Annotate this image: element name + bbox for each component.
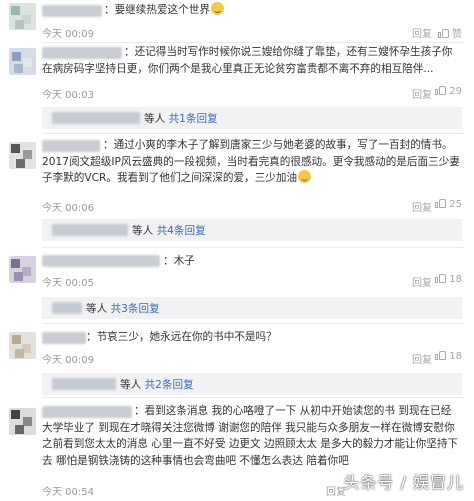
sub-replies-bar[interactable]: 等人 共1条回复 [42,107,462,129]
comment-text: ：通过小爽的李木子了解到唐家三少与她老婆的故事，写了一百封的情书。2017阅文超… [42,139,460,185]
comment-time: 今天 00:03 [42,90,94,101]
sub-replies-bar[interactable]: 等人 共3条回复 [42,297,462,319]
smile-emoji-icon [210,2,224,15]
smile-emoji-icon [298,170,312,184]
reply-button[interactable]: 回复 [412,199,432,214]
avatar[interactable] [9,332,36,359]
comment-text: ：木子 [163,255,195,267]
like-button[interactable]: 25 [435,199,462,210]
divider [42,397,464,398]
thumbs-up-icon [435,351,447,360]
sub-replies-summary: 等人 共2条回复 [120,379,194,391]
comment-time: 今天 00:09 [42,29,94,40]
sub-reply-users-blurred [52,302,82,314]
sub-replies-summary: 等人 共1条回复 [144,113,218,125]
reply-button[interactable]: 回复 [412,274,432,289]
divider [42,247,464,248]
like-button[interactable]: 29 [435,86,462,97]
view-replies-link[interactable]: 共4条回复 [157,225,206,237]
thumbs-up-icon [435,199,447,208]
divider [42,323,464,324]
sub-replies-summary: 等人 共3条回复 [86,303,160,315]
thumbs-up-icon [435,274,447,283]
comment-time: 今天 00:05 [42,278,94,289]
comment-time: 今天 00:09 [42,355,94,366]
comment-text: ：还记得当时写作时候你说三嫂给你缝了靠垫，还有三嫂怀孕生孩子你在病房码字坚持日更… [42,46,453,75]
username-blurred[interactable] [42,255,160,267]
comment-text: ：要继续热爱这个世界 [104,2,460,19]
username-blurred[interactable] [42,332,86,344]
comment-item: ：木子 今天 00:05 回复 18 等人 共3条回复 [0,250,474,320]
sub-reply-users-blurred [52,378,116,390]
divider [42,42,464,43]
username-blurred[interactable] [42,5,102,17]
reply-button[interactable]: 回复 [412,351,432,366]
comment-time: 今天 00:06 [42,203,94,214]
comment-item: ：通过小爽的李木子了解到唐家三少与她老婆的故事，写了一百封的情书。2017阅文超… [0,134,474,242]
like-button[interactable]: 18 [435,274,462,285]
avatar[interactable] [9,142,36,169]
comment-text: ：节哀三少，她永远在你的书中不是吗？ [86,331,277,343]
view-replies-link[interactable]: 共2条回复 [145,379,194,391]
sub-reply-users-blurred [52,224,128,236]
comment-item: ：节哀三少，她永远在你的书中不是吗？ 今天 00:09 回复 18 等人 共2条… [0,326,474,396]
reply-button[interactable]: 回复 [412,86,432,101]
avatar[interactable] [9,48,36,75]
comment-time: 今天 00:54 [42,487,94,498]
thumbs-up-icon [435,86,447,95]
sub-replies-summary: 等人 共4条回复 [132,225,206,237]
avatar[interactable] [9,408,36,435]
comment-text: ：看到这条消息 我的心咯噔了一下 从初中开始读您的书 到现在已经大学毕业了 到现… [42,405,459,467]
view-replies-link[interactable]: 共3条回复 [111,303,160,315]
thumbs-up-icon [438,29,449,38]
sub-replies-bar[interactable]: 等人 共4条回复 [42,219,462,241]
watermark: 头条号 / 娱冒儿 [343,473,464,492]
comment-item: ：要继续热爱这个世界 今天 00:09 回复 赞 [0,0,474,44]
like-button[interactable]: 18 [435,351,462,362]
avatar[interactable] [9,3,36,30]
view-replies-link[interactable]: 共1条回复 [169,113,218,125]
avatar[interactable] [9,256,36,283]
sub-replies-bar[interactable]: 等人 共2条回复 [42,373,462,395]
like-button[interactable]: 赞 [438,25,462,40]
reply-button[interactable]: 回复 [412,25,432,40]
sub-reply-users-blurred [52,112,140,124]
comment-item: ：还记得当时写作时候你说三嫂给你缝了靠垫，还有三嫂怀孕生孩子你在病房码字坚持日更… [0,44,474,134]
